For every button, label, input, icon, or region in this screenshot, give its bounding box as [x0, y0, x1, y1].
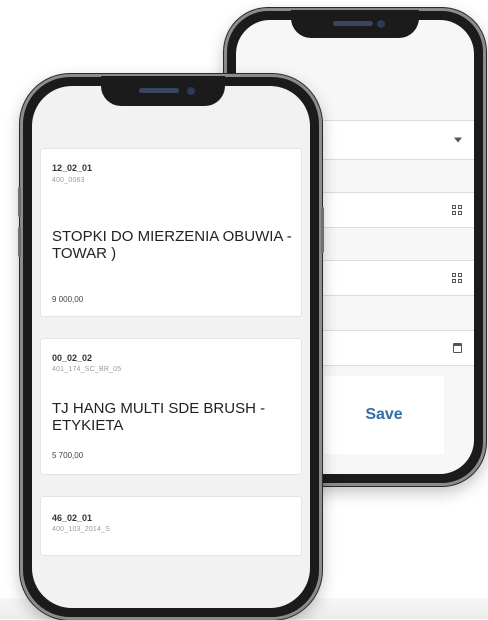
qr-code-icon[interactable] [452, 273, 462, 283]
item-subcode: 401_174_SC_BR_05 [52, 366, 122, 373]
item-code: 00_02_02 [52, 353, 93, 363]
camera [187, 87, 195, 95]
side-button [18, 187, 21, 217]
item-subcode: 400_103_2014_S [52, 526, 111, 533]
side-button [321, 207, 324, 253]
side-button [18, 227, 21, 257]
notch [101, 76, 225, 106]
item-quantity: 5 700,00 [52, 451, 84, 460]
speaker [139, 88, 179, 93]
chevron-down-icon[interactable] [454, 137, 462, 143]
list-item[interactable]: 12_02_01 400_0063 STOPKI DO MIERZENIA OB… [40, 148, 302, 317]
list-item[interactable]: 46_02_01 400_103_2014_S [40, 496, 302, 556]
item-name: STOPKI DO MIERZENIA OBUWIA - TOWAR ) [52, 228, 292, 262]
item-subcode: 400_0063 [52, 177, 85, 184]
camera [377, 20, 385, 28]
item-quantity: 9 000,00 [52, 295, 84, 304]
speaker [333, 21, 373, 26]
item-code: 12_02_01 [52, 163, 93, 173]
list-item[interactable]: 00_02_02 401_174_SC_BR_05 TJ HANG MULTI … [40, 338, 302, 475]
qr-code-icon[interactable] [452, 205, 462, 215]
front-phone: 12_02_01 400_0063 STOPKI DO MIERZENIA OB… [18, 74, 324, 620]
front-phone-screen: 12_02_01 400_0063 STOPKI DO MIERZENIA OB… [32, 86, 310, 608]
calendar-icon[interactable] [453, 343, 462, 353]
notch [291, 10, 419, 38]
item-name: TJ HANG MULTI SDE BRUSH - ETYKIETA [52, 400, 266, 434]
item-code: 46_02_01 [52, 513, 93, 523]
save-button[interactable]: Save [324, 376, 444, 454]
